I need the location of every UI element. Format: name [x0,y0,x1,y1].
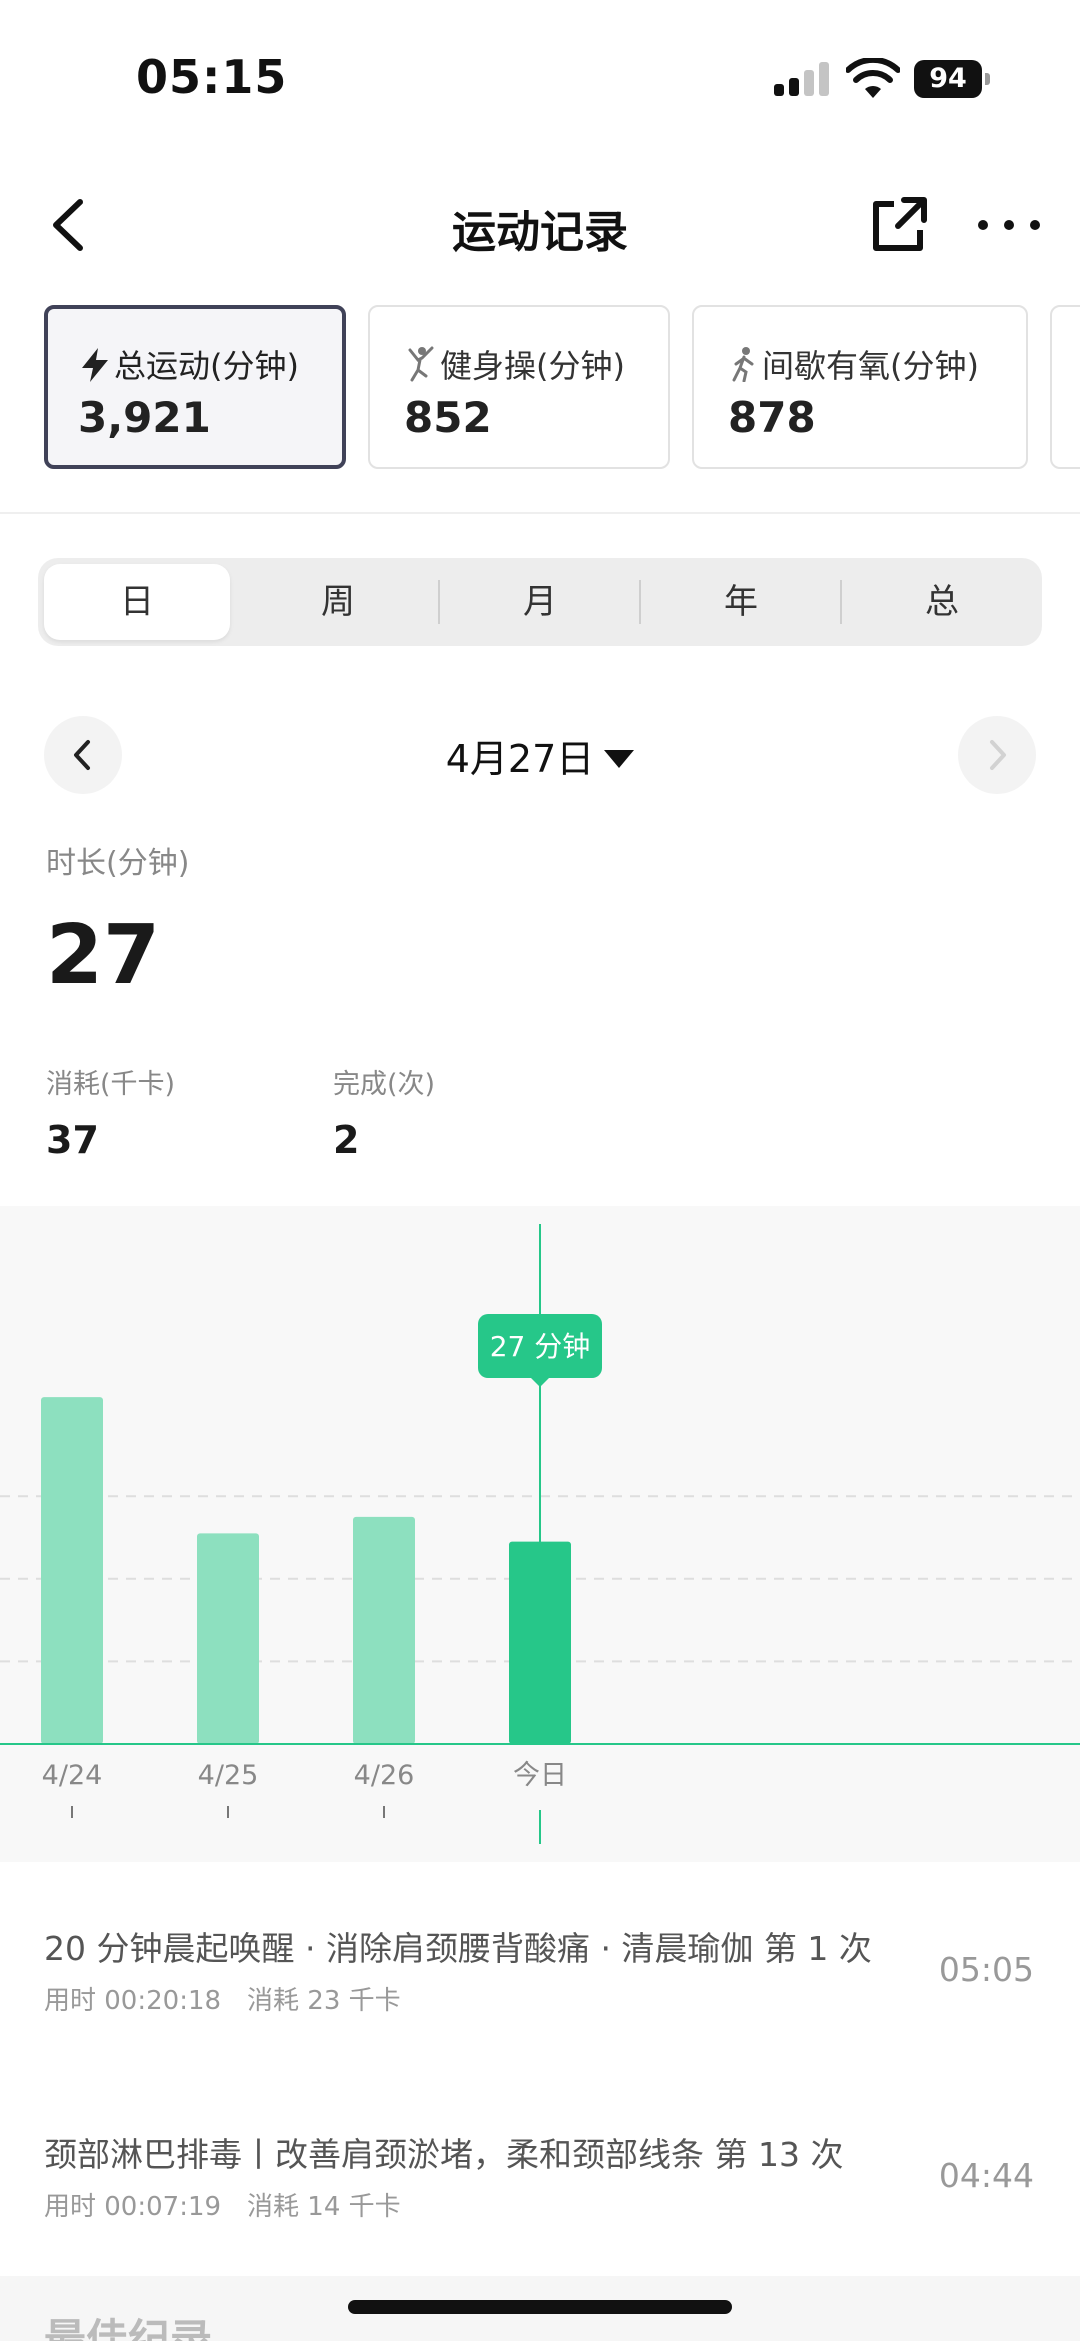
record-calories: 消耗 14 千卡 [247,2192,401,2222]
duration-value: 27 [46,908,161,1003]
cellular-signal-icon [774,62,829,96]
category-value: 852 [404,393,492,442]
more-options-icon[interactable] [974,202,1044,248]
calories-label: 消耗(千卡) [46,1069,176,1100]
record-duration: 用时 00:07:19 [44,2192,222,2222]
tab-week[interactable]: 周 [238,558,438,646]
x-tick-label: 4/24 [42,1760,103,1791]
tab-day[interactable]: 日 [44,564,230,640]
category-card-aerobics[interactable]: 健身操(分钟) 852 [368,305,670,469]
tab-month[interactable]: 月 [440,558,640,646]
x-tick-label: 今日 [513,1760,567,1791]
category-value: 3,921 [78,393,211,442]
date-text: 4月27日 [445,737,595,781]
duration-label: 时长(分钟) [46,846,190,881]
record-title: 20 分钟晨起唤醒 · 消除肩颈腰背酸痛 · 清晨瑜伽 第 1 次 [44,1929,872,1968]
chart-canvas: 4/24 4/25 4/26 今日 27 分钟 [0,1224,1080,1844]
chart-bar [353,1516,415,1744]
x-tick-label: 4/26 [354,1760,415,1791]
home-indicator [348,2300,732,2314]
category-label: 间歇有氧(分钟) [730,341,979,387]
record-stats: 用时 00:07:19 消耗 14 千卡 [44,2186,427,2223]
category-label: 健身操(分钟) [406,341,625,387]
status-time: 05:15 [136,50,288,104]
category-value: 878 [728,393,816,442]
calories-value: 37 [46,1118,99,1162]
record-time: 05:05 [938,1950,1034,1989]
x-tick-label: 4/25 [198,1760,259,1791]
category-card-interval-cardio[interactable]: 间歇有氧(分钟) 878 [692,305,1028,469]
share-icon[interactable] [868,194,930,256]
record-title: 颈部淋巴排毒丨改善肩颈淤堵，柔和颈部线条 第 13 次 [44,2135,844,2174]
category-card-total[interactable]: 总运动(分钟) 3,921 [44,305,346,469]
best-record-title: 最佳纪录 [44,2315,213,2341]
running-icon [732,347,754,383]
chart-bar [41,1397,103,1744]
status-bar: 05:15 94 [0,0,1080,150]
record-stats: 用时 00:20:18 消耗 23 千卡 [44,1980,427,2017]
category-label: 总运动(分钟) [80,341,299,387]
chart-bar [197,1533,259,1744]
nav-bar: 运动记录 [0,180,1080,270]
aerobics-icon [408,346,434,382]
tooltip-pointer [531,1378,549,1387]
caret-down-icon [604,750,635,768]
record-duration: 用时 00:20:18 [44,1986,222,2016]
tab-year[interactable]: 年 [641,558,841,646]
count-value: 2 [333,1118,360,1162]
period-segmented-control: 日 周 月 年 总 [38,558,1042,646]
next-date-button[interactable] [958,716,1036,794]
daily-bar-chart[interactable]: 4/24 4/25 4/26 今日 27 分钟 [0,1206,1080,1862]
date-navigator: 4月27日 [0,712,1080,794]
count-label: 完成(次) [333,1069,436,1100]
tab-total[interactable]: 总 [842,558,1042,646]
date-picker[interactable]: 4月27日 [0,728,1080,783]
record-calories: 消耗 23 千卡 [247,1986,401,2016]
tooltip-label: 27 分钟 [490,1330,591,1363]
battery-level: 94 [914,60,982,98]
record-time: 04:44 [938,2156,1034,2195]
wifi-icon [846,58,900,98]
divider [0,512,1080,514]
bolt-icon [82,348,108,382]
category-card-next[interactable] [1050,305,1080,469]
chevron-right-icon [990,740,1006,770]
workout-record[interactable]: 20 分钟晨起唤醒 · 消除肩颈腰背酸痛 · 清晨瑜伽 第 1 次 用时 00:… [0,1922,1080,2102]
category-cards: 总运动(分钟) 3,921 健身操(分钟) 852 间歇有氧(分钟) 878 [0,305,1080,470]
battery-indicator: 94 [914,60,990,98]
